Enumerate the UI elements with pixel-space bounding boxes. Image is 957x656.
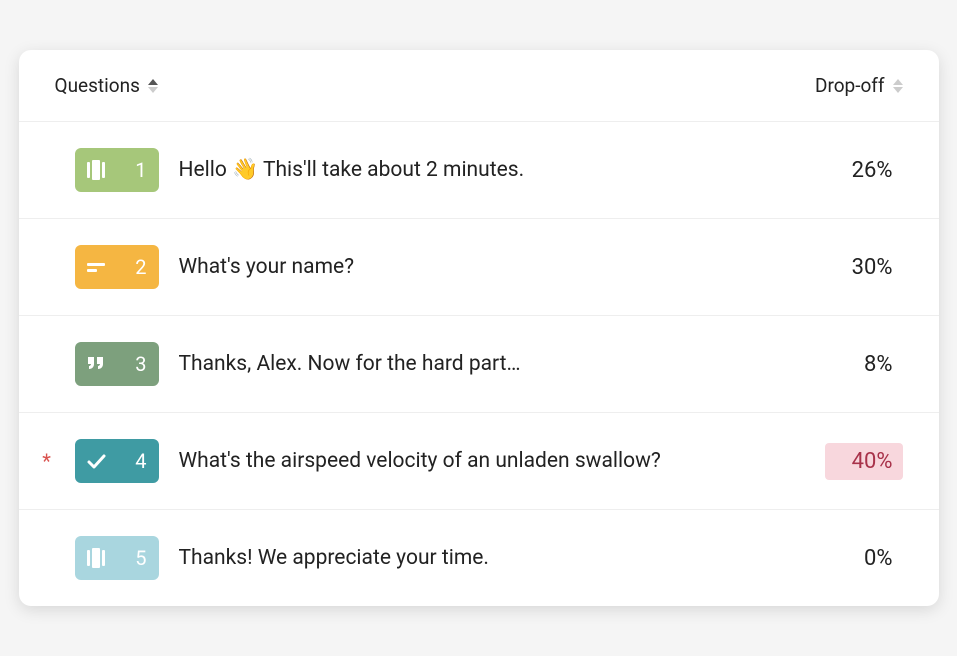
table-body: 1 Hello 👋 This'll take about 2 minutes. … [19, 121, 939, 606]
question-type-badge: 5 [75, 536, 159, 580]
question-number: 2 [135, 255, 146, 279]
question-type-badge: 3 [75, 342, 159, 386]
short-text-icon [85, 256, 107, 278]
dropoff-value: 8% [825, 346, 903, 383]
question-text: Hello 👋 This'll take about 2 minutes. [179, 158, 805, 182]
statement-icon [85, 353, 107, 375]
question-type-badge: 4 [75, 439, 159, 483]
dropoff-column-header[interactable]: Drop-off [815, 74, 903, 97]
table-header: Questions Drop-off [19, 50, 939, 121]
table-row[interactable]: 3 Thanks, Alex. Now for the hard part… 8… [19, 315, 939, 412]
question-number: 4 [135, 449, 146, 473]
question-number: 3 [135, 352, 146, 376]
question-type-badge: 1 [75, 148, 159, 192]
sort-icon [148, 79, 158, 93]
question-text: What's your name? [179, 255, 805, 279]
dropoff-value: 0% [825, 540, 903, 577]
questions-column-label: Questions [55, 74, 140, 97]
questions-dropoff-card: Questions Drop-off 1 Hello 👋 This'll tak… [19, 50, 939, 606]
dropoff-value: 40% [825, 443, 903, 480]
question-text: What's the airspeed velocity of an unlad… [179, 449, 805, 473]
question-number: 5 [135, 546, 146, 570]
questions-column-header[interactable]: Questions [55, 74, 158, 97]
end-screen-icon [85, 547, 107, 569]
table-row[interactable]: * 4 What's the airspeed velocity of an u… [19, 412, 939, 509]
question-number: 1 [135, 158, 146, 182]
table-row[interactable]: 1 Hello 👋 This'll take about 2 minutes. … [19, 121, 939, 218]
question-text: Thanks! We appreciate your time. [179, 546, 805, 570]
question-text: Thanks, Alex. Now for the hard part… [179, 352, 805, 376]
table-row[interactable]: 5 Thanks! We appreciate your time. 0% [19, 509, 939, 606]
dropoff-value: 26% [825, 152, 903, 189]
welcome-screen-icon [85, 159, 107, 181]
sort-icon [893, 79, 903, 93]
question-type-badge: 2 [75, 245, 159, 289]
dropoff-column-label: Drop-off [815, 74, 885, 97]
required-marker: * [39, 451, 55, 471]
multiple-choice-icon [85, 450, 107, 472]
dropoff-value: 30% [825, 249, 903, 286]
table-row[interactable]: 2 What's your name? 30% [19, 218, 939, 315]
